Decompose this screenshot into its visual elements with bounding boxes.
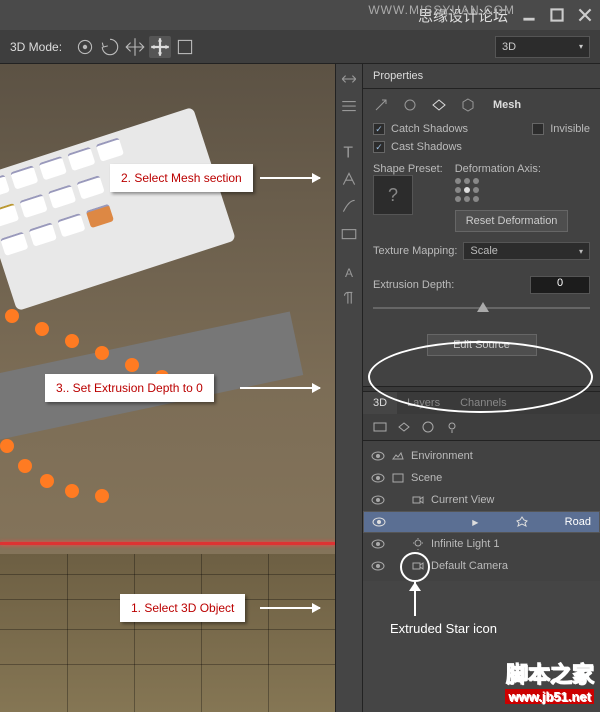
rotate-icon[interactable]	[99, 36, 121, 58]
camera-icon	[411, 493, 425, 507]
filter-light-icon[interactable]	[445, 420, 459, 434]
options-bar: 3D Mode: 3D▾	[0, 30, 600, 64]
mesh-icon[interactable]	[431, 97, 447, 113]
item-label: Infinite Light 1	[431, 538, 500, 550]
cast-shadows-label: Cast Shadows	[391, 141, 462, 153]
visibility-icon[interactable]	[371, 449, 385, 463]
arrow-2	[260, 177, 320, 179]
tool-icon[interactable]	[373, 97, 389, 113]
paragraph-icon[interactable]	[340, 289, 358, 307]
3d-scene-list: Environment Scene Current View ▶ Road Inf…	[363, 441, 600, 581]
maximize-icon[interactable]	[550, 8, 564, 22]
scene-item-scene[interactable]: Scene	[363, 467, 600, 489]
texture-mapping-value: Scale	[470, 245, 498, 257]
bottom-panel-tabs: 3D Layers Channels	[363, 392, 600, 414]
properties-panel-tab[interactable]: Properties	[363, 64, 600, 89]
scene-item-environment[interactable]: Environment	[363, 445, 600, 467]
char-icon[interactable]	[340, 170, 358, 188]
deformation-axis-label: Deformation Axis:	[455, 163, 569, 175]
callout-2: 2. Select Mesh section	[110, 164, 253, 192]
environment-icon	[391, 449, 405, 463]
tab-3d[interactable]: 3D	[363, 392, 397, 414]
shape-preset-label: Shape Preset:	[373, 163, 443, 175]
scene-icon[interactable]	[402, 97, 418, 113]
mesh-label: Mesh	[493, 99, 521, 111]
layer-icon[interactable]	[340, 224, 358, 242]
vertical-tool-rail: T A	[335, 64, 363, 712]
tab-layers[interactable]: Layers	[397, 392, 450, 414]
svg-text:T: T	[343, 145, 353, 161]
move-icon[interactable]	[149, 36, 171, 58]
arrow-1	[260, 607, 320, 609]
brush-icon[interactable]	[340, 197, 358, 215]
material-icon[interactable]	[460, 97, 476, 113]
pan-icon[interactable]	[124, 36, 146, 58]
scene-item-default-camera[interactable]: Default Camera	[363, 555, 600, 577]
filter-mesh-icon[interactable]	[397, 420, 411, 434]
document-canvas[interactable]: 2. Select Mesh section 3.. Set Extrusion…	[0, 64, 335, 712]
item-label: Scene	[411, 472, 442, 484]
cast-shadows-checkbox[interactable]: ✓	[373, 141, 385, 153]
extrusion-depth-input[interactable]: 0	[530, 276, 590, 294]
invisible-checkbox[interactable]	[532, 123, 544, 135]
item-label: Default Camera	[431, 560, 508, 572]
horizon-line	[0, 542, 335, 545]
visibility-icon[interactable]	[372, 515, 386, 529]
invisible-label: Invisible	[550, 123, 590, 135]
visibility-icon[interactable]	[371, 471, 385, 485]
orbit-icon[interactable]	[74, 36, 96, 58]
arrow-3	[240, 387, 320, 389]
3d-filter-icons	[363, 414, 600, 441]
item-label: Road	[565, 516, 591, 528]
properties-panel: Mesh ✓ Catch Shadows Invisible ✓ Cast Shad…	[363, 89, 600, 386]
scene-item-current-view[interactable]: Current View	[363, 489, 600, 511]
bottom-watermark: 脚本之家 www.jb51.net	[505, 657, 594, 704]
visibility-icon[interactable]	[371, 493, 385, 507]
watermark-cn: 脚本之家	[506, 662, 594, 687]
extruded-star-icon	[515, 515, 529, 529]
scene-item-road[interactable]: ▶ Road	[363, 511, 600, 533]
title-bar: 思缘设计论坛 WWW.MISSYUAN.COM	[0, 0, 600, 30]
extrusion-depth-label: Extrusion Depth:	[373, 279, 454, 291]
edit-source-button[interactable]: Edit Source	[427, 334, 537, 356]
visibility-icon[interactable]	[371, 559, 385, 573]
filter-scene-icon[interactable]	[373, 420, 387, 434]
shape-preset-swatch[interactable]: ?	[373, 175, 413, 215]
collapse-icon[interactable]	[340, 70, 358, 88]
expand-icon[interactable]: ▶	[472, 518, 478, 527]
tab-channels[interactable]: Channels	[450, 392, 516, 414]
mode-label: 3D Mode:	[10, 40, 62, 54]
scale-icon[interactable]	[174, 36, 196, 58]
item-label: Current View	[431, 494, 494, 506]
deformation-axis-grid[interactable]	[455, 178, 569, 202]
extrusion-depth-slider[interactable]	[373, 300, 590, 316]
ground-plane	[0, 554, 335, 712]
visibility-icon[interactable]	[371, 537, 385, 551]
text-tool-icon[interactable]: T	[340, 143, 358, 161]
reset-deformation-button[interactable]: Reset Deformation	[455, 210, 569, 232]
texture-mapping-label: Texture Mapping:	[373, 245, 457, 257]
item-label: Environment	[411, 450, 473, 462]
callout-3: 3.. Set Extrusion Depth to 0	[45, 374, 214, 402]
watermark-url: www.jb51.net	[505, 689, 594, 704]
3d-mode-value: 3D	[502, 41, 516, 53]
close-icon[interactable]	[578, 8, 592, 22]
catch-shadows-checkbox[interactable]: ✓	[373, 123, 385, 135]
extruded-star-label: Extruded Star icon	[390, 621, 497, 636]
scene-item-light[interactable]: Infinite Light 1	[363, 533, 600, 555]
minimize-icon[interactable]	[522, 8, 536, 22]
forum-watermark-url: WWW.MISSYUAN.COM	[368, 3, 515, 17]
text-a-icon[interactable]: A	[345, 266, 353, 280]
catch-shadows-label: Catch Shadows	[391, 123, 468, 135]
arrow-head-up	[409, 582, 421, 591]
3d-mode-dropdown[interactable]: 3D▾	[495, 36, 590, 58]
callout-1: 1. Select 3D Object	[120, 594, 245, 622]
camera-icon	[411, 559, 425, 573]
filter-material-icon[interactable]	[421, 420, 435, 434]
panel-options-icon[interactable]	[340, 97, 358, 115]
scene-icon	[391, 471, 405, 485]
calculator-object	[0, 107, 236, 311]
light-icon	[411, 537, 425, 551]
texture-mapping-select[interactable]: Scale▾	[463, 242, 590, 260]
